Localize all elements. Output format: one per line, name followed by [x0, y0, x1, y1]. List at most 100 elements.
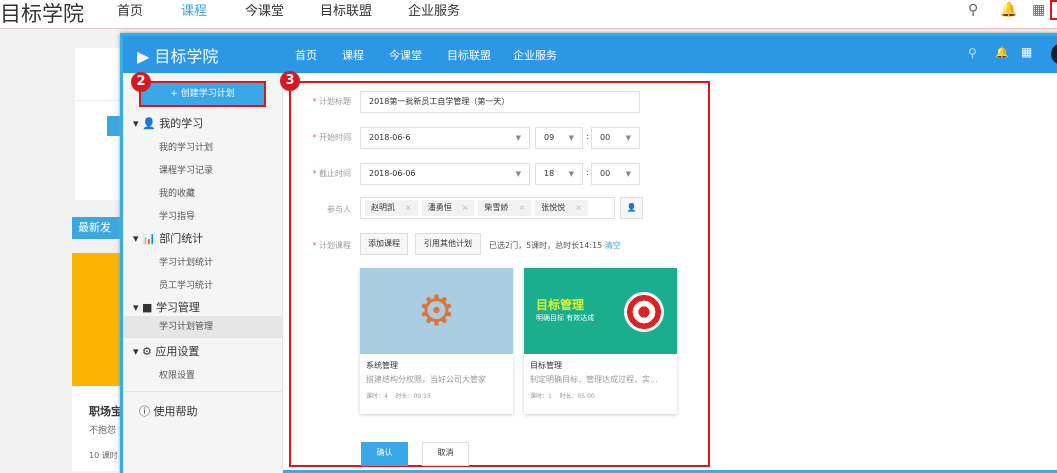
app-logo[interactable]: ▶ 目标学院: [137, 43, 218, 67]
group-label: 我的学习: [159, 117, 204, 130]
nav-alliance[interactable]: 目标联盟: [447, 47, 491, 63]
sidebar-item-guide[interactable]: 学习指导: [159, 209, 195, 222]
course-meta: 课时：4 时长：09:15: [366, 393, 431, 400]
bg-nav-alliance[interactable]: 目标联盟: [320, 0, 372, 19]
course-meta: 课时：1 时长：05:00: [530, 393, 595, 400]
participant-tag: 张悦悦 ×: [535, 200, 588, 216]
bg-card-2: [75, 100, 125, 200]
end-date-select[interactable]: 2018-06-06 ▼: [360, 163, 530, 185]
participant-tag: 潘勇恒 ×: [421, 200, 475, 216]
nav-enterprise[interactable]: 企业服务: [513, 47, 557, 63]
clear-link[interactable]: 清空: [605, 241, 621, 250]
bg-nav-today[interactable]: 今课堂: [245, 0, 284, 19]
course-card[interactable]: ⚙ 系统管理 搭建结构分权限，当好公司大管家 课时：4 时长：09:15: [360, 268, 513, 414]
bg-course-image[interactable]: [72, 253, 122, 386]
course-desc: 制定明确目标，管理达成过程，实...: [530, 375, 658, 384]
avatar[interactable]: [1051, 43, 1057, 65]
sidebar-group-dept-stats[interactable]: ▾ 📊 部门统计: [133, 230, 203, 246]
search-icon[interactable]: ⚲: [968, 46, 977, 60]
participant-tag: 赵明凯 ×: [365, 200, 418, 216]
nav-home[interactable]: 首页: [295, 47, 317, 63]
sidebar-help[interactable]: ⓘ 使用帮助: [139, 403, 198, 419]
logo-text: 目标学院: [154, 47, 219, 66]
caret-icon: ▼: [515, 170, 521, 178]
course-title: 系统管理: [366, 361, 398, 370]
bg-nav-enterprise[interactable]: 企业服务: [408, 0, 460, 19]
grid-icon[interactable]: ▦: [1021, 45, 1032, 59]
nav-courses[interactable]: 课程: [342, 47, 364, 63]
select-user-button[interactable]: 👤: [620, 197, 643, 219]
sidebar-item-course-records[interactable]: 课程学习记录: [159, 163, 213, 176]
user-icon: 👤: [626, 203, 637, 212]
group-label: 部门统计: [159, 232, 204, 245]
course-summary: 已选2门，5课时，总时长14:15 清空: [489, 241, 621, 250]
start-label: * 开始时间: [312, 133, 351, 142]
sidebar-group-my-learning[interactable]: ▾ 👤 我的学习: [133, 115, 203, 131]
bar-chart-icon: 📊: [142, 232, 156, 245]
course-title: 目标管理: [530, 361, 562, 370]
course-thumbnail: ⚙: [360, 268, 513, 354]
help-label: 使用帮助: [153, 405, 198, 418]
app-window: ▶ 目标学院 首页 课程 今课堂 目标联盟 企业服务 ⚲ 🔔 ▦ + 创建学习计…: [120, 33, 1057, 473]
group-label: 应用设置: [155, 345, 200, 358]
participant-tag: 柴雪娇 ×: [478, 200, 532, 216]
start-date-select[interactable]: 2018-06-6 ▼: [360, 127, 530, 149]
book-icon: ■: [142, 301, 153, 314]
highlight-box-1: [1050, 0, 1057, 20]
bell-icon[interactable]: 🔔: [995, 46, 1009, 59]
end-label: * 截止时间: [312, 169, 351, 178]
bg-section-label: 最新发: [72, 217, 122, 239]
title-label: * 计划标题: [312, 97, 351, 106]
confirm-button[interactable]: 确认: [361, 442, 408, 466]
bg-course-info: 职场宝 不抱怨 10 课时: [72, 386, 122, 471]
sidebar-group-learning-mgmt[interactable]: ▾ ■ 学习管理: [133, 299, 200, 315]
caret-icon: ▼: [625, 170, 631, 178]
sidebar-item-favorites[interactable]: 我的收藏: [159, 186, 195, 199]
sidebar-item-staff-stats[interactable]: 员工学习统计: [159, 278, 213, 291]
grid-icon[interactable]: ▦: [1032, 2, 1045, 18]
end-minute-select[interactable]: 00 ▼: [591, 163, 640, 185]
bg-course-title: 职场宝: [89, 405, 122, 418]
sidebar-group-settings[interactable]: ▾ ⚙ 应用设置: [133, 343, 199, 359]
sidebar-item-permissions[interactable]: 权限设置: [159, 368, 195, 381]
bg-card: [75, 48, 125, 100]
course-card[interactable]: 目标管理 明确目标 有效达成 目标管理 制定明确目标，管理达成过程，实... 课…: [524, 268, 677, 414]
close-icon[interactable]: ×: [405, 203, 412, 212]
sidebar-item-plan-mgmt[interactable]: 学习计划管理: [123, 316, 283, 338]
reference-plan-button[interactable]: 引用其他计划: [415, 233, 481, 255]
title-input[interactable]: 2018第一批新员工自学管理（第一天）: [360, 91, 640, 113]
divider: [123, 391, 283, 392]
participants-field[interactable]: 赵明凯 × 潘勇恒 × 柴雪娇 × 张悦悦 ×: [360, 197, 615, 219]
end-hour-select[interactable]: 18 ▼: [535, 163, 583, 185]
caret-icon: ▼: [568, 134, 574, 142]
course-thumbnail: 目标管理 明确目标 有效达成: [524, 268, 677, 354]
start-minute-select[interactable]: 00 ▼: [591, 127, 640, 149]
gear-icon: ⚙: [142, 345, 152, 358]
group-label: 学习管理: [155, 301, 200, 314]
bell-icon[interactable]: 🔔: [1000, 2, 1017, 18]
cancel-button[interactable]: 取消: [422, 442, 469, 466]
caret-icon: ▼: [515, 134, 521, 142]
caret-icon: ▼: [625, 134, 631, 142]
caret-icon: ▼: [568, 170, 574, 178]
start-hour-select[interactable]: 09 ▼: [535, 127, 583, 149]
bg-nav-home[interactable]: 首页: [117, 0, 143, 19]
app-header: ▶ 目标学院 首页 课程 今课堂 目标联盟 企业服务 ⚲ 🔔 ▦: [123, 36, 1057, 73]
close-icon[interactable]: ×: [462, 203, 469, 212]
course-desc: 搭建结构分权限，当好公司大管家: [366, 375, 486, 384]
close-icon[interactable]: ×: [518, 203, 525, 212]
add-course-button[interactable]: 添加课程: [360, 233, 408, 255]
search-icon[interactable]: ⚲: [968, 2, 978, 18]
bg-nav-courses[interactable]: 课程: [181, 0, 207, 19]
bg-course-meta: 10 课时: [89, 451, 118, 460]
courses-label: * 计划课程: [312, 241, 351, 250]
info-icon: ⓘ: [139, 405, 150, 418]
nav-today[interactable]: 今课堂: [389, 47, 422, 63]
step-badge-3: 3: [280, 71, 300, 91]
bg-logo: 目标学院: [0, 2, 84, 26]
close-icon[interactable]: ×: [575, 203, 582, 212]
step-badge-2: 2: [131, 72, 151, 92]
sidebar-item-my-plans[interactable]: 我的学习计划: [159, 140, 213, 153]
sidebar-item-plan-stats[interactable]: 学习计划统计: [159, 255, 213, 268]
create-plan-button[interactable]: + 创建学习计划: [139, 81, 266, 107]
